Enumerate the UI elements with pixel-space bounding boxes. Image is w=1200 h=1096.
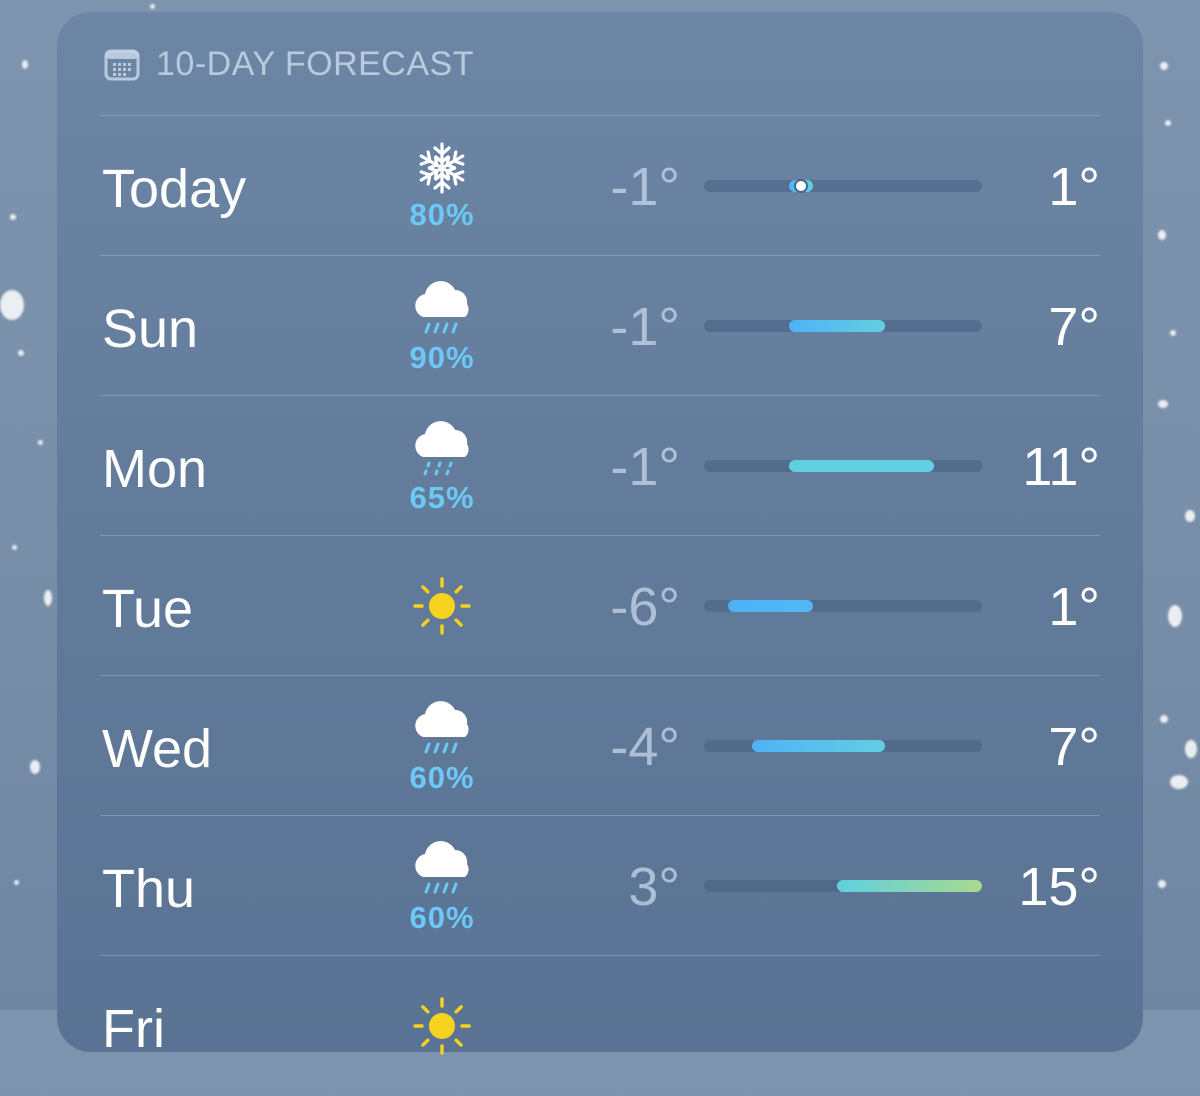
weather-icon-group <box>380 536 504 676</box>
cloud-rain-icon <box>415 701 469 754</box>
forecast-row[interactable]: Wed 60% -4° 7° <box>100 675 1100 815</box>
day-label: Sun <box>102 299 199 359</box>
temperature-range-fill <box>752 740 886 752</box>
snowflake-icon <box>419 142 465 194</box>
day-label: Mon <box>102 439 208 499</box>
temperature-range-fill <box>788 460 934 472</box>
cloud-rain-icon <box>415 841 469 894</box>
temperature-range-bar <box>704 320 982 332</box>
temperature-range-bar <box>704 880 982 892</box>
day-label: Fri <box>102 999 165 1059</box>
weather-icon-group <box>380 956 504 1096</box>
weather-icon-group: 60% <box>380 816 504 956</box>
precipitation-chance: 80% <box>409 197 475 232</box>
temperature-range-bar <box>704 740 982 752</box>
precipitation-chance: 90% <box>409 340 475 375</box>
temperature-range-fill <box>788 320 886 332</box>
high-temperature: 7° <box>1048 297 1100 357</box>
weather-icon-group: 80% <box>380 116 504 256</box>
low-temperature: -4° <box>610 717 680 777</box>
high-temperature: 7° <box>1048 717 1100 777</box>
weather-icon-group: 90% <box>380 256 504 396</box>
forecast-row[interactable]: Tue -6° 1° <box>100 535 1100 675</box>
sun-icon <box>413 997 471 1055</box>
temperature-range-bar <box>704 180 982 192</box>
sun-icon <box>413 577 471 635</box>
forecast-row[interactable]: Thu 60% 3° 15° <box>100 815 1100 955</box>
forecast-row[interactable]: Sun 90% -1° 7° <box>100 255 1100 395</box>
forecast-row[interactable]: Today 80% -1° 1° <box>100 115 1100 255</box>
precipitation-chance: 60% <box>409 900 475 935</box>
forecast-card[interactable]: 10-DAY FORECAST Today 80% -1° 1° Sun 90% -1° 7°… <box>57 12 1143 1058</box>
weather-icon-group: 60% <box>380 676 504 816</box>
forecast-row[interactable]: Mon 65% -1° 11° <box>100 395 1100 535</box>
forecast-title: 10-DAY FORECAST <box>156 44 474 83</box>
weather-icon-group: 65% <box>380 396 504 536</box>
day-label: Wed <box>102 719 213 779</box>
low-temperature: -1° <box>610 437 680 497</box>
cloud-drizzle-icon <box>415 421 469 476</box>
cloud-rain-icon <box>415 281 469 334</box>
day-label: Thu <box>102 859 196 919</box>
temperature-range-bar <box>704 600 982 612</box>
low-temperature: 3° <box>628 857 680 917</box>
current-temperature-dot <box>795 181 806 191</box>
high-temperature: 1° <box>1048 577 1100 637</box>
precipitation-chance: 65% <box>409 480 475 515</box>
high-temperature: 1° <box>1048 157 1100 217</box>
temperature-range-fill <box>728 600 813 612</box>
day-label: Today <box>102 159 247 219</box>
precipitation-chance: 60% <box>409 760 475 795</box>
temperature-range-fill <box>836 880 982 892</box>
temperature-range-bar <box>704 460 982 472</box>
forecast-row[interactable]: Fri <box>100 955 1100 1095</box>
high-temperature: 15° <box>1018 857 1100 917</box>
forecast-rows: Today 80% -1° 1° Sun 90% -1° 7° Mon 65% -1° 11° Tue -… <box>100 115 1100 1095</box>
day-label: Tue <box>102 579 194 639</box>
low-temperature: -1° <box>610 297 680 357</box>
calendar-icon <box>104 49 140 81</box>
low-temperature: -6° <box>610 577 680 637</box>
high-temperature: 11° <box>1022 437 1100 497</box>
forecast-header: 10-DAY FORECAST <box>104 42 474 86</box>
low-temperature: -1° <box>610 157 680 217</box>
